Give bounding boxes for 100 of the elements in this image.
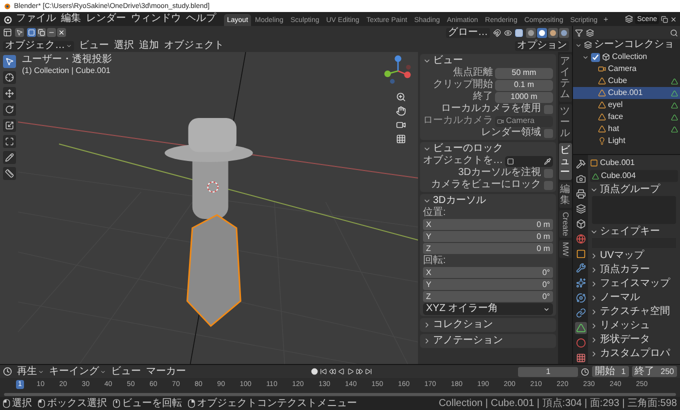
cursor-tool-icon[interactable] [2, 71, 16, 84]
sidebar-tab[interactable]: MW [558, 240, 572, 258]
collapsed-chevron-icon[interactable] [423, 336, 431, 344]
panel-title[interactable]: 頂点カラー [600, 264, 650, 274]
menu-item[interactable]: ヘルプ [185, 14, 217, 24]
scene-icon[interactable] [625, 15, 634, 23]
measure-tool-icon[interactable] [2, 167, 16, 180]
collapsed-chevron-icon[interactable] [590, 336, 598, 344]
filter-icon[interactable] [575, 28, 583, 36]
mode-dropdown[interactable]: オブジェク… [3, 40, 74, 50]
end-frame-field[interactable]: 終了 250 [632, 366, 677, 377]
sidebar-tab[interactable]: ビュー [558, 143, 572, 180]
number-field[interactable]: 1000 m [495, 92, 553, 102]
world-tab-icon[interactable] [574, 232, 586, 245]
overlay-icon[interactable] [515, 28, 523, 36]
checkbox[interactable] [544, 104, 553, 114]
next-keyframe-icon[interactable] [356, 368, 363, 375]
jump-end-icon[interactable] [365, 368, 372, 375]
number-field[interactable]: Y 0° [423, 279, 553, 290]
transform-tool-icon[interactable] [2, 135, 16, 148]
collapsed-chevron-icon[interactable] [590, 266, 598, 274]
annotate-tool-icon[interactable] [2, 151, 16, 164]
menu-item[interactable]: レンダー [85, 14, 127, 24]
grid-icon[interactable] [396, 134, 406, 144]
rotate-tool-icon[interactable] [2, 103, 16, 116]
panel-title[interactable]: テクスチャ空間 [600, 306, 670, 316]
collapsed-chevron-icon[interactable] [590, 280, 598, 288]
particles-tab-icon[interactable] [574, 277, 586, 290]
copy-icon[interactable] [661, 16, 668, 22]
collapsed-chevron-icon[interactable] [423, 320, 431, 328]
select-tool-icon[interactable] [15, 28, 24, 37]
select-tool-icon[interactable] [2, 55, 16, 68]
number-field[interactable]: 50 mm [495, 68, 553, 78]
sidebar-tab[interactable]: アイテム [558, 54, 572, 102]
record-icon[interactable] [311, 368, 318, 375]
menu-item[interactable]: ファイル [15, 14, 57, 24]
view-layer-tab-icon[interactable] [574, 202, 586, 215]
timeline-scrollbar[interactable] [4, 392, 676, 396]
render-tab-icon[interactable] [574, 172, 586, 185]
view-menu-item[interactable]: オブジェクト [164, 40, 224, 50]
collapsed-chevron-icon[interactable] [590, 252, 598, 260]
number-field[interactable]: 0.1 m [495, 80, 553, 90]
hand-icon[interactable] [396, 106, 406, 116]
select-mode-icon[interactable] [47, 28, 56, 37]
view-menu-item[interactable]: 追加 [139, 40, 159, 50]
data-tab-icon[interactable] [574, 322, 586, 334]
collapsed-chevron-icon[interactable] [590, 308, 598, 316]
select-mode-icon[interactable] [27, 28, 36, 37]
timeline-menu-item[interactable]: ビュー [111, 366, 141, 376]
view-menu-item[interactable]: 選択 [114, 40, 134, 50]
output-tab-icon[interactable] [574, 188, 586, 200]
eyedropper-icon[interactable] [544, 158, 551, 164]
texture-tab-icon[interactable] [574, 352, 586, 364]
mesh-name-field[interactable]: Cube.004 [590, 170, 678, 182]
outliner-row[interactable]: eyel [573, 99, 680, 111]
menu-item[interactable]: ウィンドウ [130, 14, 182, 24]
shading-mode-button[interactable] [537, 28, 547, 38]
material-tab-icon[interactable] [574, 337, 586, 349]
play-reverse-icon[interactable] [338, 368, 345, 375]
panel-title[interactable]: 形状データ [600, 334, 650, 344]
checkbox[interactable] [544, 128, 553, 138]
close-icon[interactable] [670, 16, 677, 22]
timeline-menu-item[interactable]: マーカー [146, 366, 186, 376]
sidebar-tab[interactable]: ツール [558, 104, 572, 141]
physics-tab-icon[interactable] [574, 292, 586, 304]
checkbox[interactable] [544, 180, 553, 190]
panel-title[interactable]: リメッシュ [600, 320, 650, 330]
scene-tab-icon[interactable] [574, 218, 586, 230]
outliner-row[interactable]: Light [573, 135, 680, 147]
checkbox[interactable] [544, 168, 553, 178]
tool-tab-icon[interactable] [574, 158, 586, 170]
snap-icon[interactable] [493, 28, 501, 36]
menu-item[interactable]: 編集 [60, 14, 82, 24]
modifier-tab-icon[interactable] [574, 262, 586, 274]
search-icon[interactable] [670, 28, 678, 36]
zoom-icon[interactable] [396, 92, 406, 102]
panel-title[interactable]: UVマップ [600, 250, 644, 260]
panel-title[interactable]: カスタムプロパ [600, 348, 670, 358]
sidebar-tab[interactable]: Create [558, 210, 572, 238]
number-field[interactable]: Z 0 m [423, 243, 553, 254]
panel-title[interactable]: ビュー [433, 56, 463, 66]
outliner-row[interactable]: シーンコレクショ [573, 39, 680, 51]
stopwatch-icon[interactable] [581, 368, 590, 376]
select-mode-icon[interactable] [57, 28, 66, 37]
panel-title[interactable]: 3Dカーソル [433, 196, 486, 206]
panel-title[interactable]: ビューのロック [433, 144, 503, 154]
panel-title[interactable]: フェイスマップ [600, 278, 670, 288]
dropdown[interactable]: XYZ オイラー角 [423, 303, 553, 315]
jump-start-icon[interactable] [320, 368, 327, 375]
move-tool-icon[interactable] [2, 87, 16, 100]
timeline-menu-item[interactable]: キーイング [49, 366, 106, 376]
collapsed-chevron-icon[interactable] [590, 350, 598, 358]
options-dropdown[interactable]: オプション [515, 40, 569, 50]
timeline-menu-item[interactable]: 再生 [17, 366, 44, 376]
outliner-row[interactable]: hat [573, 123, 680, 135]
add-workspace-button[interactable]: + [602, 14, 610, 26]
checkbox[interactable] [591, 52, 600, 62]
outliner-row[interactable]: face [573, 111, 680, 123]
object-field[interactable] [505, 156, 553, 166]
scale-tool-icon[interactable] [2, 119, 16, 132]
